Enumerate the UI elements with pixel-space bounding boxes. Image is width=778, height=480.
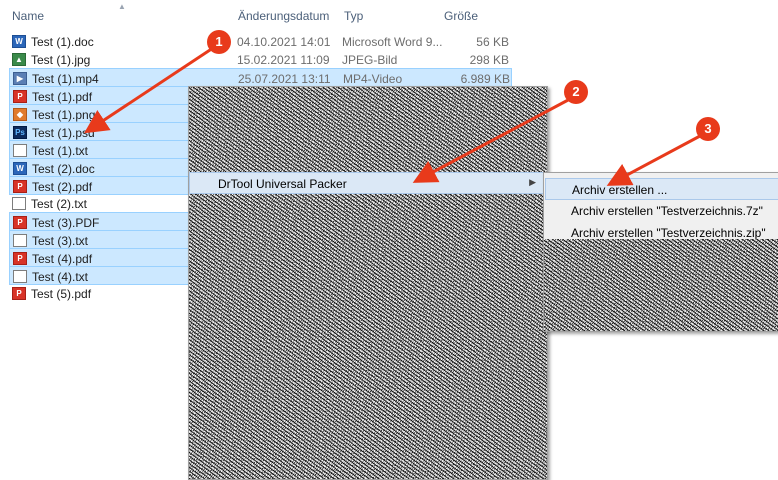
annotation-badge-1: 1: [207, 30, 231, 54]
annotation-badge-2: 2: [564, 80, 588, 104]
annotation-badge-3: 3: [696, 117, 720, 141]
arrow-1: [83, 44, 217, 134]
arrow-2: [412, 97, 571, 183]
annotation-arrows: [83, 44, 701, 186]
arrow-3: [606, 134, 701, 186]
